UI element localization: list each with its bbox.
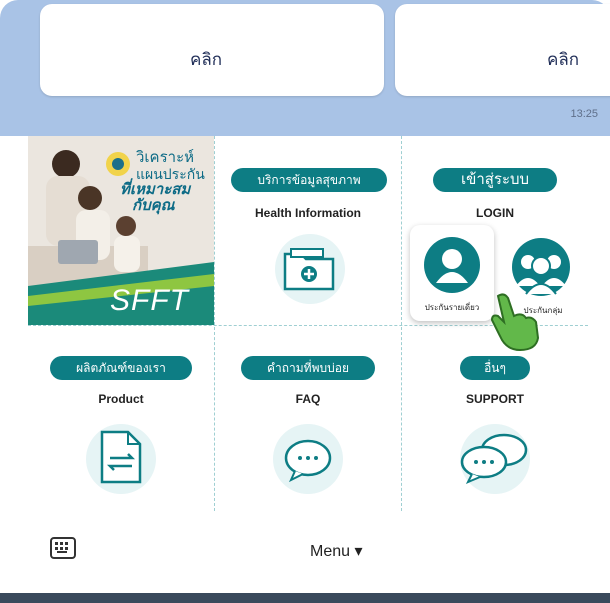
chat-screen: คลิก คลิก 13:25 วิเคราะห์ แผนประกัน ที่เ… [0,0,610,603]
login-individual-option[interactable]: ประกันรายเดี่ยว [410,225,494,321]
tile-login-label: LOGIN [476,206,514,220]
tile-health-pill: บริการข้อมูลสุขภาพ [231,168,387,192]
rich-menu-grid: วิเคราะห์ แผนประกัน ที่เหมาะสม กับคุณ SF… [28,136,588,511]
tile-product-pill: ผลิตภัณฑ์ของเรา [50,356,192,380]
user-icon [424,237,480,293]
tile-support-label: SUPPORT [465,392,524,406]
document-transfer-icon [100,430,142,484]
tile-health-label: Health Information [254,206,361,220]
folder-plus-icon [283,248,335,291]
rich-menu-bar: Menu ▾ [28,511,588,593]
promo-banner-tile[interactable]: วิเคราะห์ แผนประกัน ที่เหมาะสม กับคุณ SF… [28,136,214,325]
keyboard-keys [55,542,68,553]
chat-bubble-left[interactable]: คลิก [40,4,384,96]
chat-bubble-right-text: คลิก [547,50,580,69]
message-timestamp: 13:25 [570,108,598,120]
group-users-icon [512,238,570,296]
double-chat-icon [460,433,528,484]
tile-product-label: Product [98,392,144,406]
chat-history-area: คลิก คลิก 13:25 [0,0,610,136]
promo-brand: SFFT [110,284,189,317]
keyboard-icon[interactable] [50,537,76,559]
tile-login[interactable]: เข้าสู่ระบบ LOGIN ประกันรายเดี่ยว ประกัน… [402,136,588,352]
chat-bubble-left-text: คลิก [190,50,223,69]
promo-title-line: วิเคราะห์ [136,149,195,166]
tile-product[interactable]: ผลิตภัณฑ์ของเรา Product [28,326,214,511]
chat-bubble-icon [284,439,332,482]
tile-faq[interactable]: คำถามที่พบบ่อย FAQ [215,326,401,511]
promo-title-line: ที่เหมาะสม [120,181,191,198]
chat-bubble-right[interactable]: คลิก [395,4,610,96]
bottom-edge-bar [0,593,610,603]
login-individual-label: ประกันรายเดี่ยว [424,303,480,312]
tile-support-pill: อื่นๆ [460,356,530,380]
tile-faq-label: FAQ [295,392,321,406]
tile-faq-pill: คำถามที่พบบ่อย [241,356,375,380]
promo-title-line: แผนประกัน [136,166,205,182]
promo-title-line: กับคุณ [132,197,175,214]
promo-title: วิเคราะห์ แผนประกัน ที่เหมาะสม กับคุณ [120,149,205,214]
tile-support[interactable]: อื่นๆ SUPPORT [402,326,588,511]
menu-toggle-button[interactable]: Menu ▾ [310,541,363,561]
tile-health-information[interactable]: บริการข้อมูลสุขภาพ Health Information [215,136,401,325]
tile-login-pill: เข้าสู่ระบบ [433,168,557,192]
